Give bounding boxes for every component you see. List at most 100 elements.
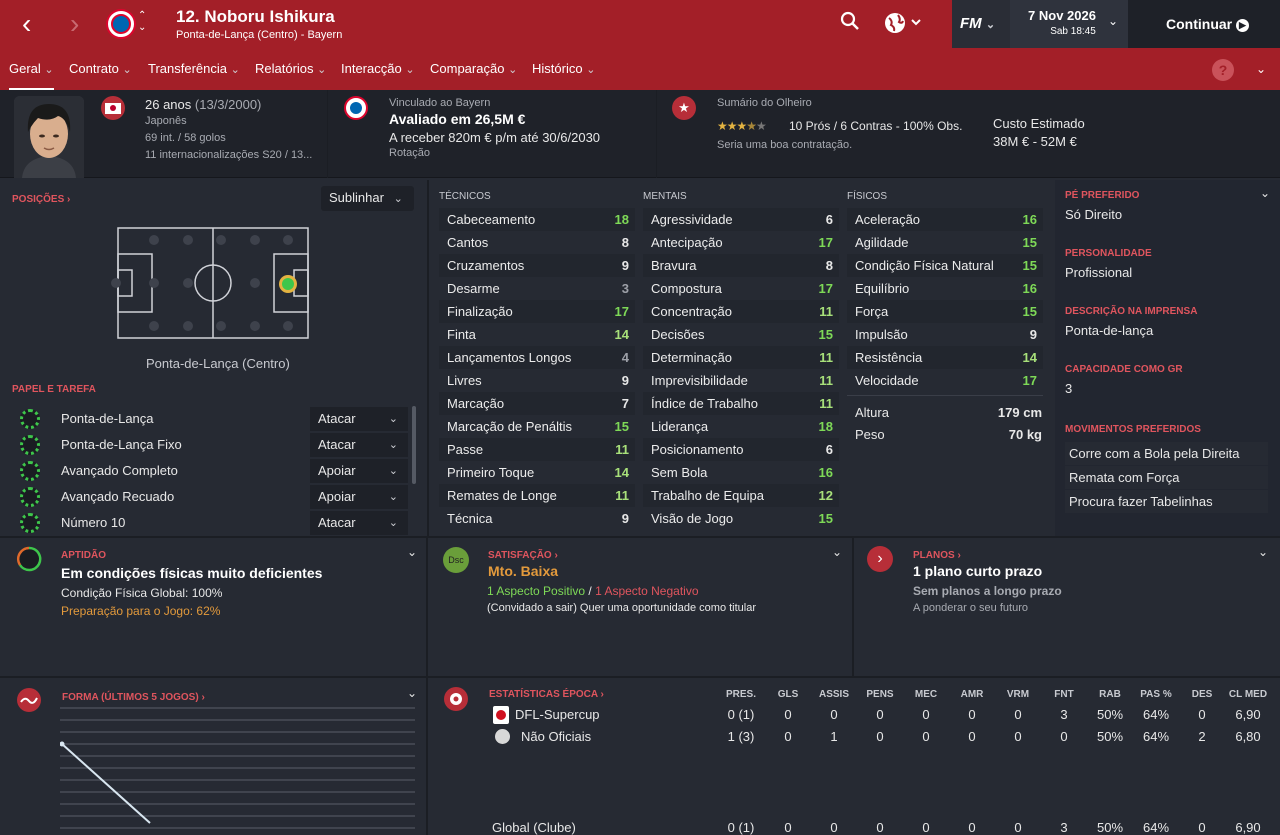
overall-condition: Condição Física Global: 100% [61, 586, 223, 600]
attribute-row[interactable]: Força 15 [847, 300, 1043, 323]
attribute-row[interactable]: Finta 14 [439, 323, 635, 346]
date-display[interactable]: 7 Nov 2026 Sab 18:45 ⌄ [1010, 0, 1128, 48]
attribute-row[interactable]: Sem Bola 16 [643, 461, 839, 484]
tab-interaccao[interactable]: Interacção ⌄ [341, 61, 415, 76]
attribute-row[interactable]: Determinação 11 [643, 346, 839, 369]
stat-cell: 0 [1014, 729, 1022, 744]
plans-title[interactable]: PLANOS › [913, 550, 961, 561]
tab-contrato[interactable]: Contrato ⌄ [69, 61, 132, 76]
happiness-collapse-chevron-icon[interactable]: ⌄ [832, 545, 842, 559]
search-icon[interactable] [840, 11, 860, 37]
tab-overflow-chevron-icon[interactable]: ⌄ [1256, 62, 1266, 76]
happiness-title[interactable]: SATISFAÇÃO › [488, 550, 558, 561]
stat-column-header[interactable]: GLS [768, 689, 808, 700]
role-row[interactable]: Avançado Recuado Apoiar ⌄ [14, 484, 408, 510]
attribute-row[interactable]: Lançamentos Longos 4 [439, 346, 635, 369]
globe-icon[interactable] [884, 12, 924, 40]
stat-column-header[interactable]: AMR [952, 689, 992, 700]
stat-column-header[interactable]: DES [1182, 689, 1222, 700]
stat-column-header[interactable]: RAB [1090, 689, 1130, 700]
attribute-row[interactable]: Cantos 8 [439, 231, 635, 254]
stat-column-header[interactable]: CL MED [1223, 689, 1273, 700]
stat-column-header[interactable]: PENS [860, 689, 900, 700]
attribute-row[interactable]: Equilíbrio 16 [847, 277, 1043, 300]
attribute-name: Finta [447, 327, 476, 342]
stat-column-header[interactable]: PRES. [721, 689, 761, 700]
squad-status: Rotação [389, 147, 430, 159]
continue-button[interactable]: Continuar ▶ [1128, 0, 1280, 48]
stat-column-header[interactable]: VRM [998, 689, 1038, 700]
duty-select[interactable]: Atacar ⌄ [310, 433, 408, 457]
stat-column-header[interactable]: ASSIS [814, 689, 854, 700]
role-row[interactable]: Avançado Completo Apoiar ⌄ [14, 458, 408, 484]
attribute-row[interactable]: Desarme 3 [439, 277, 635, 300]
attribute-row[interactable]: Visão de Jogo 15 [643, 507, 839, 530]
attribute-row[interactable]: Velocidade 17 [847, 369, 1043, 392]
roles-scrollbar[interactable] [412, 406, 416, 484]
attribute-value: 6 [825, 212, 833, 227]
attribute-row[interactable]: Condição Física Natural 15 [847, 254, 1043, 277]
season-stats-title[interactable]: ESTATÍSTICAS ÉPOCA › [489, 689, 604, 700]
attribute-row[interactable]: Marcação 7 [439, 392, 635, 415]
form-collapse-chevron-icon[interactable]: ⌄ [407, 686, 417, 700]
role-row[interactable]: Ponta-de-Lança Atacar ⌄ [14, 406, 408, 432]
attribute-row[interactable]: Primeiro Toque 14 [439, 461, 635, 484]
attribute-row[interactable]: Finalização 17 [439, 300, 635, 323]
tab-transferencia[interactable]: Transferência ⌄ [148, 61, 240, 76]
player-subtitle: Ponta-de-Lança (Centro) - Bayern [176, 29, 343, 41]
attribute-row[interactable]: Antecipação 17 [643, 231, 839, 254]
attribute-row[interactable]: Resistência 14 [847, 346, 1043, 369]
attribute-row[interactable]: Índice de Trabalho 11 [643, 392, 839, 415]
role-row[interactable]: Ponta-de-Lança Fixo Atacar ⌄ [14, 432, 408, 458]
role-row[interactable]: Número 10 Atacar ⌄ [14, 510, 408, 536]
attribute-row[interactable]: Remates de Longe 11 [439, 484, 635, 507]
attribute-row[interactable]: Posicionamento 6 [643, 438, 839, 461]
attribute-row[interactable]: Técnica 9 [439, 507, 635, 530]
duty-select[interactable]: Atacar ⌄ [310, 511, 408, 535]
highlight-dropdown[interactable]: Sublinhar ⌄ [321, 186, 414, 211]
fitness-icon [17, 546, 42, 572]
pref-move: Procura fazer Tabelinhas [1065, 490, 1268, 513]
stat-column-header[interactable]: MEC [906, 689, 946, 700]
attribute-row[interactable]: Aceleração 16 [847, 208, 1043, 231]
player-switch-icon[interactable]: ⌃ ⌄ [138, 10, 146, 34]
form-title[interactable]: FORMA (ÚLTIMOS 5 JOGOS) › [62, 692, 205, 703]
club-crest-icon [106, 9, 136, 39]
back-arrow-icon[interactable]: ‹ [22, 10, 31, 38]
attribute-row[interactable]: Trabalho de Equipa 12 [643, 484, 839, 507]
attribute-row[interactable]: Cruzamentos 9 [439, 254, 635, 277]
info-collapse-chevron-icon[interactable]: ⌄ [1260, 186, 1270, 200]
positions-title[interactable]: POSIÇÕES › [12, 194, 70, 205]
attribute-row[interactable]: Decisões 15 [643, 323, 839, 346]
fitness-collapse-chevron-icon[interactable]: ⌄ [407, 545, 417, 559]
stat-column-header[interactable]: PAS % [1136, 689, 1176, 700]
duty-select[interactable]: Atacar ⌄ [310, 407, 408, 431]
tab-relatorios[interactable]: Relatórios ⌄ [255, 61, 326, 76]
attribute-name: Marcação [447, 396, 505, 411]
foot-label: PÉ PREFERIDO [1065, 190, 1140, 201]
stat-column-header[interactable]: FNT [1044, 689, 1084, 700]
tab-historico[interactable]: Histórico ⌄ [532, 61, 595, 76]
duty-select[interactable]: Apoiar ⌄ [310, 459, 408, 483]
attribute-row[interactable]: Compostura 17 [643, 277, 839, 300]
tab-comparacao[interactable]: Comparação ⌄ [430, 61, 517, 76]
fm-menu-button[interactable]: FM ⌄ [952, 0, 1010, 48]
forward-arrow-icon[interactable]: › [70, 10, 79, 38]
help-icon[interactable]: ? [1212, 59, 1234, 81]
happiness-aspects[interactable]: 1 Aspecto Positivo / 1 Aspecto Negativo [487, 584, 699, 598]
attribute-row[interactable]: Marcação de Penáltis 15 [439, 415, 635, 438]
attribute-row[interactable]: Agilidade 15 [847, 231, 1043, 254]
competition-name: Não Oficiais [521, 729, 592, 744]
attribute-row[interactable]: Passe 11 [439, 438, 635, 461]
attribute-row[interactable]: Bravura 8 [643, 254, 839, 277]
attribute-row[interactable]: Liderança 18 [643, 415, 839, 438]
tab-geral[interactable]: Geral ⌄ [9, 61, 54, 91]
duty-select[interactable]: Apoiar ⌄ [310, 485, 408, 509]
attribute-row[interactable]: Imprevisibilidade 11 [643, 369, 839, 392]
attribute-row[interactable]: Livres 9 [439, 369, 635, 392]
attribute-row[interactable]: Concentração 11 [643, 300, 839, 323]
attribute-row[interactable]: Impulsão 9 [847, 323, 1043, 346]
attribute-row[interactable]: Cabeceamento 18 [439, 208, 635, 231]
plans-collapse-chevron-icon[interactable]: ⌄ [1258, 545, 1268, 559]
attribute-row[interactable]: Agressividade 6 [643, 208, 839, 231]
